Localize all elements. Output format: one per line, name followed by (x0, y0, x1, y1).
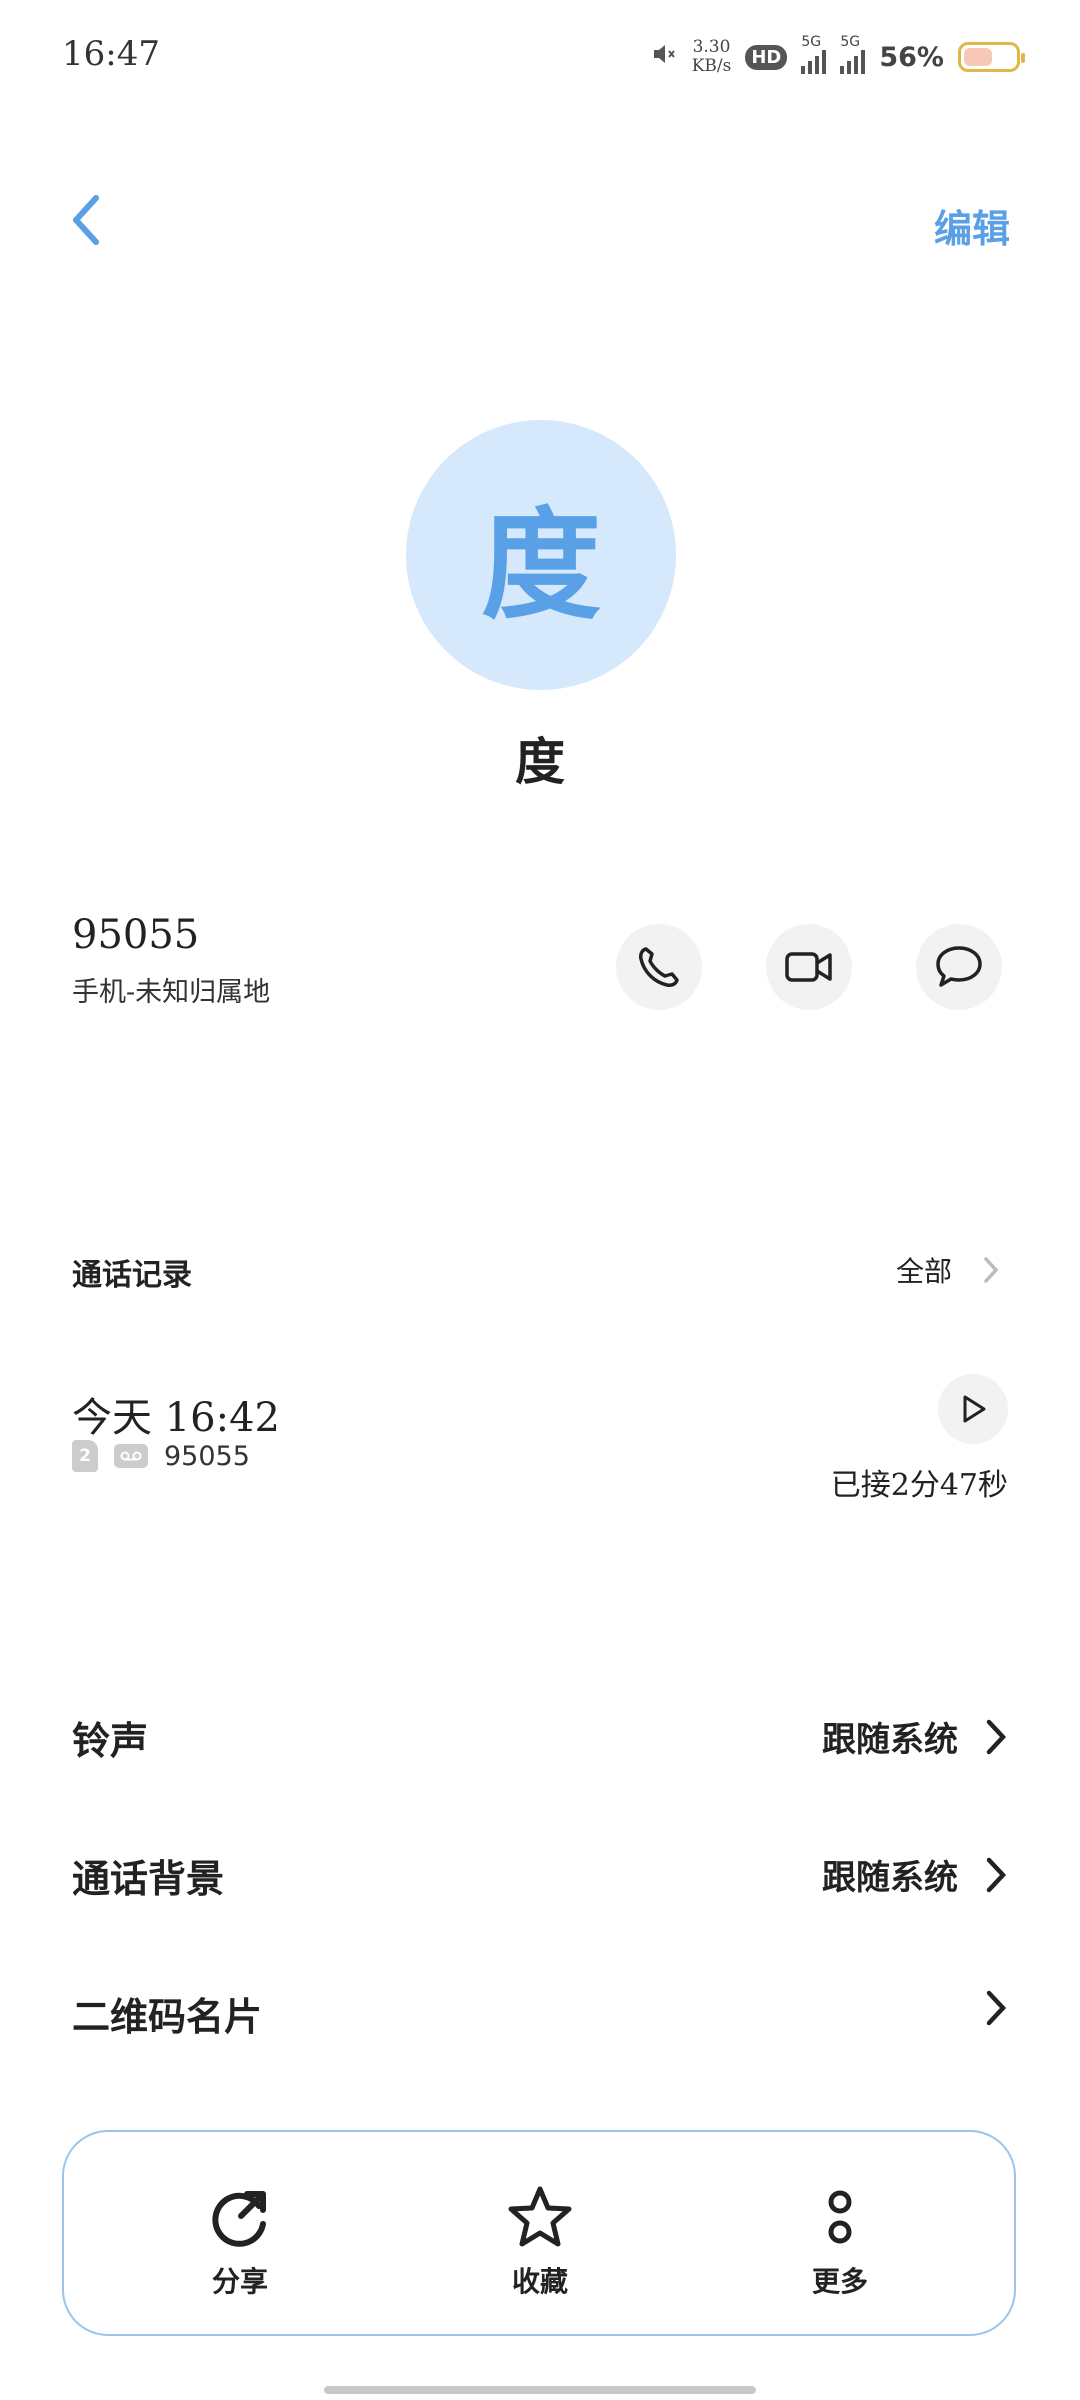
favorite-button[interactable]: 收藏 (460, 2184, 620, 2300)
message-icon (936, 946, 982, 987)
phone-icon (639, 947, 679, 987)
chevron-right-icon (986, 1857, 1007, 1892)
more-button[interactable]: 更多 (760, 2184, 920, 2300)
call-background-value-group: 跟随系统 (822, 1850, 1008, 1899)
play-recording-button[interactable] (938, 1374, 1008, 1444)
call-log-time: 今天 16:42 (72, 1395, 280, 1441)
hd-icon: HD (745, 44, 788, 70)
edit-button[interactable]: 编辑 (934, 198, 1010, 253)
home-indicator[interactable] (324, 2386, 756, 2394)
video-call-button[interactable] (766, 924, 852, 1010)
call-log-title: 通话记录 (72, 1258, 192, 1293)
chevron-left-icon (73, 195, 99, 245)
settings-row-ringtone[interactable]: 铃声 跟随系统 (0, 1700, 1080, 1810)
call-background-value: 跟随系统 (822, 1858, 958, 1898)
speed-unit: KB/s (691, 56, 732, 76)
favorite-label: 收藏 (511, 2265, 568, 2298)
ringtone-value-group: 跟随系统 (822, 1712, 1008, 1761)
battery-percent: 56% (879, 41, 944, 73)
share-button[interactable]: 分享 (160, 2184, 320, 2300)
star-icon (508, 2186, 572, 2247)
signal-sim2-icon: 5G (840, 34, 866, 74)
settings-row-qr-card[interactable]: 二维码名片 (0, 1976, 1080, 2086)
sim2-label: 5G (840, 34, 861, 50)
call-log-all-button[interactable]: 全部 (896, 1250, 1000, 1290)
ringtone-value: 跟随系统 (822, 1720, 958, 1760)
network-speed: 3.30 KB/s (692, 38, 732, 76)
chevron-right-icon (984, 1257, 999, 1283)
call-button[interactable] (616, 924, 702, 1010)
message-button[interactable] (916, 924, 1002, 1010)
status-time: 16:47 (62, 34, 160, 74)
phone-number-desc: 手机-未知归属地 (72, 977, 271, 1008)
battery-icon (958, 42, 1025, 72)
ringtone-label: 铃声 (72, 1718, 149, 1763)
mute-icon (652, 42, 678, 73)
call-log-meta: 2 95055 (72, 1440, 250, 1472)
qr-card-label: 二维码名片 (72, 1994, 263, 2039)
call-log-all-label: 全部 (895, 1255, 952, 1288)
back-button[interactable] (66, 190, 126, 260)
chevron-right-icon (986, 1719, 1007, 1754)
more-icon (828, 2190, 852, 2244)
sim-card-icon: 2 (72, 1440, 98, 1472)
contact-name: 度 (515, 732, 565, 791)
chevron-right-icon (986, 1990, 1007, 2026)
video-icon (785, 952, 832, 982)
call-log-number: 95055 (164, 1440, 250, 1472)
call-duration: 已接2分47秒 (830, 1468, 1008, 1503)
settings-row-call-background[interactable]: 通话背景 跟随系统 (0, 1838, 1080, 1948)
status-icons: 3.30 KB/s HD 5G 5G 56% (652, 34, 1025, 76)
qr-card-value-group (958, 1988, 1008, 2028)
more-label: 更多 (811, 2265, 868, 2298)
sim1-label: 5G (801, 34, 822, 50)
speed-value: 3.30 (692, 37, 731, 57)
phone-number[interactable]: 95055 (72, 912, 199, 958)
call-background-label: 通话背景 (72, 1856, 225, 1901)
voicemail-icon (114, 1444, 148, 1468)
avatar: 度 (406, 420, 676, 690)
share-label: 分享 (211, 2265, 268, 2298)
share-icon (212, 2191, 266, 2247)
signal-sim1-icon: 5G (801, 34, 827, 74)
play-icon (963, 1395, 986, 1423)
